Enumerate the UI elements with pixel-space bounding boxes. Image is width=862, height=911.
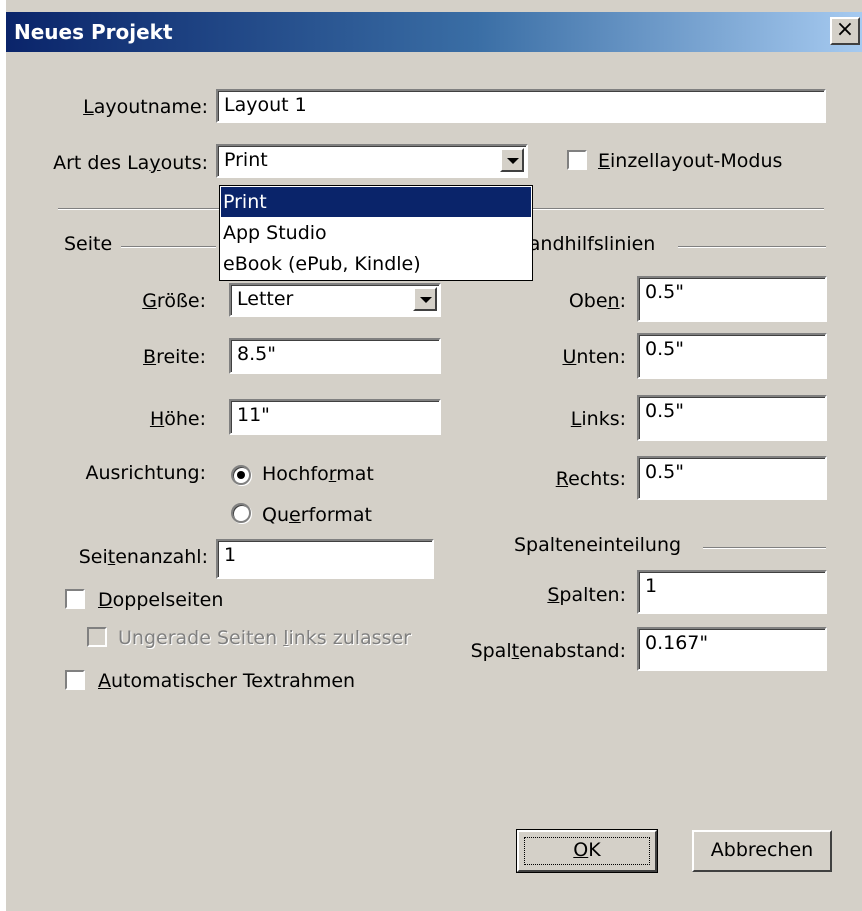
columns-group-line: [703, 547, 826, 549]
landscape-label[interactable]: Querformat: [262, 504, 372, 526]
gutter-label: Spaltenabstand:: [470, 640, 626, 662]
layout-type-select[interactable]: Print: [216, 144, 528, 178]
close-icon: ×: [835, 17, 855, 42]
layoutname-label: Layoutname:: [83, 96, 208, 118]
dropdown-option-print[interactable]: Print: [221, 187, 531, 217]
width-label: Breite:: [143, 346, 206, 368]
portrait-label[interactable]: Hochformat: [262, 463, 374, 485]
ok-button[interactable]: OK: [516, 829, 658, 873]
margin-right-label: Rechts:: [555, 468, 626, 490]
margins-group-title: Randhilfslinien: [516, 233, 656, 255]
size-value: Letter: [237, 288, 294, 310]
layout-type-dropdown-list: Print App Studio eBook (ePub, Kindle): [219, 185, 533, 281]
gutter-input[interactable]: 0.167": [637, 627, 827, 671]
size-select[interactable]: Letter: [229, 283, 441, 317]
margin-bottom-label: Unten:: [562, 346, 626, 368]
margin-right-input[interactable]: 0.5": [637, 456, 827, 500]
close-button[interactable]: ×: [830, 17, 860, 45]
facing-pages-label[interactable]: Doppelseiten: [98, 589, 223, 611]
page-count-label: Seitenanzahl:: [78, 546, 208, 568]
focus-rectangle: [524, 837, 650, 865]
columns-input[interactable]: 1: [637, 570, 827, 614]
auto-text-frame-checkbox[interactable]: [65, 670, 85, 690]
margin-top-label: Oben:: [568, 290, 626, 312]
page-count-input[interactable]: 1: [216, 539, 434, 579]
margin-left-label: Links:: [570, 408, 626, 430]
auto-text-frame-label[interactable]: Automatischer Textrahmen: [98, 670, 355, 692]
columns-group-title: Spalteneinteilung: [514, 534, 682, 556]
new-project-dialog: Neues Projekt × Layoutname: Layout 1 Art…: [6, 0, 862, 911]
layoutname-input[interactable]: Layout 1: [216, 89, 826, 123]
dropdown-option-ebook[interactable]: eBook (ePub, Kindle): [221, 249, 531, 279]
page-group-title: Seite: [64, 233, 113, 255]
window-title: Neues Projekt: [14, 20, 173, 44]
page-group-line: [121, 246, 216, 248]
cancel-button[interactable]: Abbrechen: [692, 830, 832, 872]
width-input[interactable]: 8.5": [229, 338, 441, 374]
height-input[interactable]: 11": [229, 399, 441, 435]
single-layout-checkbox[interactable]: [567, 150, 587, 170]
dropdown-option-app-studio[interactable]: App Studio: [221, 218, 531, 248]
layout-type-label: Art des Layouts:: [53, 152, 208, 174]
landscape-radio[interactable]: [231, 503, 251, 523]
columns-label: Spalten:: [547, 584, 626, 606]
size-label: Größe:: [142, 290, 206, 312]
margin-bottom-input[interactable]: 0.5": [637, 333, 827, 379]
single-layout-label[interactable]: Einzellayout-Modus: [598, 150, 782, 172]
height-label: Höhe:: [149, 408, 206, 430]
margins-group-line: [678, 246, 826, 248]
odd-pages-left-checkbox[interactable]: [87, 627, 107, 647]
chevron-down-icon[interactable]: [413, 287, 437, 311]
chevron-down-icon[interactable]: [500, 148, 524, 172]
orientation-label: Ausrichtung:: [85, 462, 206, 484]
odd-pages-left-label: Ungerade Seiten links zulasser: [118, 627, 411, 649]
margin-left-input[interactable]: 0.5": [637, 395, 827, 441]
layout-type-value: Print: [224, 149, 268, 171]
portrait-radio[interactable]: [231, 465, 251, 485]
facing-pages-checkbox[interactable]: [65, 589, 85, 609]
title-bar[interactable]: Neues Projekt ×: [6, 12, 862, 52]
margin-top-input[interactable]: 0.5": [637, 276, 827, 322]
